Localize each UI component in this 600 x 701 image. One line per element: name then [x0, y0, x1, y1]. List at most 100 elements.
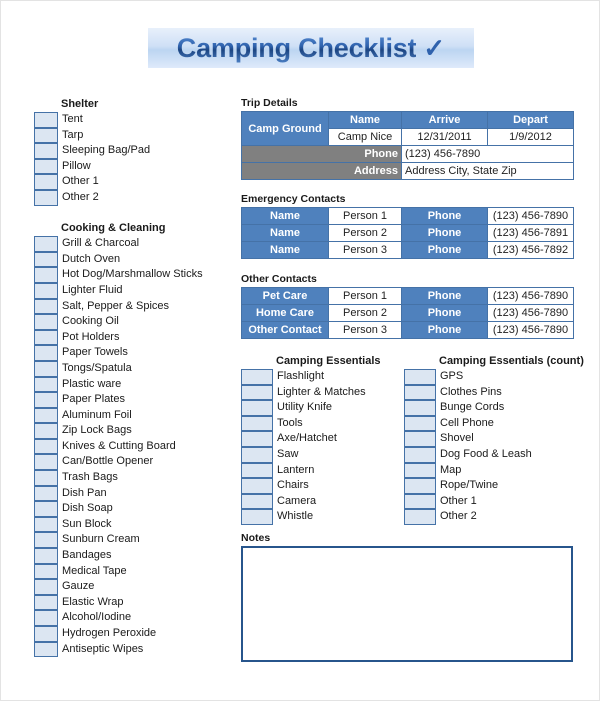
table-row: Other Contact Person 3 Phone (123) 456-7890	[241, 321, 574, 339]
trip-phone-value[interactable]: (123) 456-7890	[401, 145, 574, 163]
checkbox-cell[interactable]	[34, 345, 58, 361]
checkbox-cell[interactable]	[34, 548, 58, 564]
checkbox-cell[interactable]	[34, 594, 58, 611]
checklist-item-label: Hot Dog/Marshmallow Sticks	[62, 268, 203, 281]
checkbox-cell[interactable]	[34, 251, 58, 268]
contact-phone-value[interactable]: (123) 456-7890	[487, 287, 574, 305]
notes-heading: Notes	[241, 532, 271, 544]
contact-phone-value[interactable]: (123) 456-7890	[487, 321, 574, 339]
table-row: Name Person 1 Phone (123) 456-7890	[241, 207, 574, 225]
checklist-item-label: Other 2	[62, 190, 99, 203]
checkbox-cell[interactable]	[34, 329, 58, 346]
checkbox-cell[interactable]	[34, 579, 58, 595]
checkbox-cell[interactable]	[34, 470, 58, 486]
checkbox-cell[interactable]	[34, 501, 58, 517]
checkbox-cell[interactable]	[34, 423, 58, 439]
checkbox-cell[interactable]	[404, 369, 436, 385]
contact-person-value[interactable]: Person 3	[328, 321, 402, 339]
checklist-row: Tent	[34, 112, 234, 128]
checklist-item-label: Saw	[277, 447, 299, 460]
checklist-row: Lighter Fluid	[34, 282, 234, 299]
trip-value-name[interactable]: Camp Nice	[328, 128, 402, 146]
contact-phone-value[interactable]: (123) 456-7892	[487, 241, 574, 259]
checkbox-cell[interactable]	[34, 376, 58, 393]
checklist-row: Hydrogen Peroxide	[34, 626, 234, 642]
checkbox-cell[interactable]	[34, 516, 58, 533]
checkbox-cell[interactable]	[34, 236, 58, 252]
contact-person-value[interactable]: Person 1	[328, 207, 402, 225]
checkbox-cell[interactable]	[34, 174, 58, 190]
checkbox-cell[interactable]	[241, 400, 273, 416]
checkbox-cell[interactable]	[404, 431, 436, 447]
checkbox-cell[interactable]	[34, 485, 58, 502]
checkbox-cell[interactable]	[241, 478, 273, 494]
checkbox-cell[interactable]	[404, 509, 436, 525]
checkbox-cell[interactable]	[34, 407, 58, 424]
checkbox-cell[interactable]	[34, 626, 58, 642]
checkbox-cell[interactable]	[34, 392, 58, 408]
checklist-item-label: Lantern	[277, 463, 315, 476]
checkbox-cell[interactable]	[241, 509, 273, 525]
contact-phone-value[interactable]: (123) 456-7891	[487, 224, 574, 242]
trip-address-value[interactable]: Address City, State Zip	[401, 162, 574, 180]
checklist-row: Chairs	[241, 478, 401, 494]
trip-col-depart: Depart	[487, 111, 574, 129]
checklist-item-label: Flashlight	[277, 370, 325, 382]
checkbox-cell[interactable]	[404, 400, 436, 416]
checkbox-cell[interactable]	[241, 462, 273, 479]
trip-value-depart[interactable]: 1/9/2012	[487, 128, 574, 146]
checkbox-cell[interactable]	[404, 446, 436, 463]
checkbox-cell[interactable]	[34, 563, 58, 580]
checklist-item-label: Hydrogen Peroxide	[62, 627, 157, 639]
checkbox-cell[interactable]	[34, 158, 58, 175]
checkbox-cell[interactable]	[34, 282, 58, 299]
contact-person-value[interactable]: Person 2	[328, 304, 402, 322]
checkbox-cell[interactable]	[404, 462, 436, 479]
checklist-item-label: Pillow	[62, 159, 91, 172]
checkbox-cell[interactable]	[34, 610, 58, 626]
checklist-item-label: Elastic Wrap	[62, 595, 124, 608]
checklist-item-label: Salt, Pepper & Spices	[62, 299, 170, 312]
checkbox-cell[interactable]	[241, 415, 273, 432]
essentials-right-column: Camping Essentials (count) GPS Clothes Pi…	[404, 354, 584, 525]
contact-phone-value[interactable]: (123) 456-7890	[487, 304, 574, 322]
checkbox-cell[interactable]	[241, 431, 273, 447]
checkbox-cell[interactable]	[241, 369, 273, 385]
checkbox-cell[interactable]	[34, 112, 58, 128]
checkbox-cell[interactable]	[34, 360, 58, 377]
checkbox-cell[interactable]	[34, 532, 58, 549]
checklist-row: Tarp	[34, 127, 234, 144]
notes-input[interactable]	[241, 546, 573, 662]
section-heading-camping-essentials-count: Camping Essentials (count)	[439, 355, 584, 367]
checkbox-cell[interactable]	[404, 493, 436, 510]
checkbox-cell[interactable]	[404, 415, 436, 432]
checkbox-cell[interactable]	[34, 267, 58, 283]
checklist-row: Alcohol/Iodine	[34, 610, 234, 626]
table-row: Name Person 3 Phone (123) 456-7892	[241, 241, 574, 259]
contact-person-value[interactable]: Person 3	[328, 241, 402, 259]
checklist-item-label: Paper Plates	[62, 393, 125, 406]
checkbox-cell[interactable]	[241, 493, 273, 510]
checkbox-cell[interactable]	[34, 143, 58, 159]
table-row: Home Care Person 2 Phone (123) 456-7890	[241, 304, 574, 322]
checklist-row: Axe/Hatchet	[241, 431, 401, 447]
checkbox-cell[interactable]	[34, 438, 58, 455]
contact-phone-value[interactable]: (123) 456-7890	[487, 207, 574, 225]
checkbox-cell[interactable]	[34, 298, 58, 315]
notes-block: Notes	[241, 532, 573, 662]
table-row: Phone (123) 456-7890	[241, 145, 574, 163]
checkbox-cell[interactable]	[241, 446, 273, 463]
contact-person-value[interactable]: Person 2	[328, 224, 402, 242]
checklist-item-label: Pot Holders	[62, 330, 120, 343]
checklist-row: Gauze	[34, 579, 234, 595]
checkbox-cell[interactable]	[34, 314, 58, 330]
checkbox-cell[interactable]	[34, 189, 58, 206]
checkbox-cell[interactable]	[404, 478, 436, 494]
contact-person-value[interactable]: Person 1	[328, 287, 402, 305]
checkbox-cell[interactable]	[34, 127, 58, 144]
checkbox-cell[interactable]	[34, 641, 58, 658]
trip-value-arrive[interactable]: 12/31/2011	[401, 128, 488, 146]
checkbox-cell[interactable]	[34, 454, 58, 471]
checkbox-cell[interactable]	[404, 384, 436, 401]
checkbox-cell[interactable]	[241, 384, 273, 401]
